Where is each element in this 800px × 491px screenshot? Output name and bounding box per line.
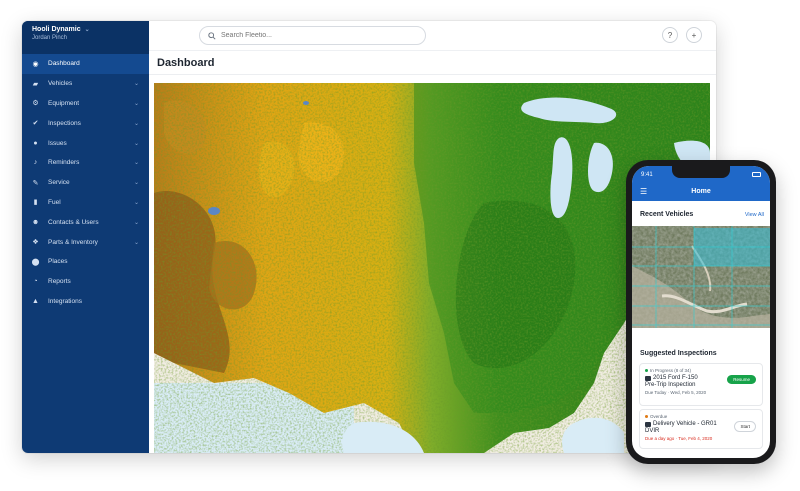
sidebar-item-label: Vehicles	[48, 80, 73, 88]
dashboard-icon: ◉	[32, 60, 39, 68]
mobile-title: Home	[691, 188, 711, 195]
sidebar-item-label: Service	[48, 179, 70, 187]
desktop-window: Hooli Dynamic ⌄ Jordan Pinch ◉ Dashboard ▰…	[22, 21, 716, 453]
chevron-down-icon: ⌄	[133, 219, 139, 226]
sidebar-item-label: Contacts & Users	[48, 218, 99, 226]
satellite-image	[632, 226, 770, 328]
mobile-screen: 9:41 ☰ Home Recent Vehicles View All Sug…	[632, 166, 770, 458]
fuel-icon: ▮	[33, 199, 38, 207]
sidebar-item-parts-inventory[interactable]: ❖ Parts & Inventory ⌄	[22, 232, 149, 252]
pie-icon: ◔	[33, 278, 38, 286]
chevron-down-icon: ⌄	[133, 239, 139, 246]
vehicle-icon	[645, 421, 651, 427]
sidebar-item-places[interactable]: ⬤ Places	[22, 252, 149, 272]
chevron-down-icon: ⌄	[133, 81, 139, 88]
sidebar-item-dashboard[interactable]: ◉ Dashboard	[22, 54, 149, 74]
chevron-down-icon: ⌄	[133, 100, 139, 107]
start-button[interactable]: Start	[734, 421, 756, 432]
mobile-appbar: ☰ Home	[632, 183, 770, 201]
inspection-card[interactable]: Overdue Delivery Vehicle - GR01 DVIR Due…	[639, 409, 763, 449]
org-user: Jordan Pinch	[32, 35, 68, 41]
battery-icon	[752, 172, 761, 177]
sidebar-item-service[interactable]: ✎ Service ⌄	[22, 173, 149, 193]
wrench-icon: ✎	[32, 179, 39, 187]
chevron-down-icon: ⌄	[133, 120, 139, 127]
pin-icon: ⬤	[31, 258, 40, 266]
check-circle-icon: ✔	[32, 120, 39, 128]
status-time: 9:41	[641, 171, 653, 178]
inspection-card[interactable]: In Progress (8 of 34) 2015 Ford F-150 Pr…	[639, 363, 763, 406]
divider	[149, 74, 716, 75]
sidebar-item-inspections[interactable]: ✔ Inspections ⌄	[22, 113, 149, 133]
status-dot	[645, 369, 648, 372]
status-dot	[645, 415, 648, 418]
add-button[interactable]: +	[686, 27, 702, 43]
card-status: Overdue	[650, 414, 668, 419]
issue-icon: ●	[33, 139, 38, 147]
sidebar-item-label: Fuel	[48, 198, 61, 206]
sidebar-item-label: Issues	[48, 139, 67, 147]
sidebar-item-vehicles[interactable]: ▰ Vehicles ⌄	[22, 74, 149, 94]
topbar: ? +	[149, 21, 716, 51]
sidebar-nav: ◉ Dashboard ▰ Vehicles ⌄ ⚙ Equipment ⌄ ✔ Inspecti…	[22, 54, 149, 311]
chevron-down-icon: ⌄	[133, 160, 139, 167]
chevron-down-icon: ⌄	[133, 180, 139, 187]
card-status: In Progress (8 of 34)	[650, 368, 692, 373]
page-title: Dashboard	[157, 57, 215, 69]
sidebar-item-integrations[interactable]: ▲ Integrations	[22, 292, 149, 312]
help-button[interactable]: ?	[662, 27, 678, 43]
recent-vehicles-header: Recent Vehicles View All	[640, 211, 764, 218]
satellite-map[interactable]	[632, 226, 770, 328]
integrations-icon: ▲	[32, 297, 39, 305]
chevron-down-icon: ⌄	[133, 199, 139, 206]
sidebar: Hooli Dynamic ⌄ Jordan Pinch ◉ Dashboard ▰…	[22, 21, 149, 453]
car-icon: ▰	[32, 80, 39, 88]
sidebar-item-label: Reminders	[48, 159, 80, 167]
sidebar-item-label: Places	[48, 258, 68, 266]
sidebar-item-fuel[interactable]: ▮ Fuel ⌄	[22, 193, 149, 213]
sidebar-item-label: Parts & Inventory	[48, 238, 98, 246]
sidebar-item-label: Reports	[48, 278, 71, 286]
org-name: Hooli Dynamic	[32, 26, 81, 33]
vehicle-icon	[645, 375, 651, 381]
sidebar-item-issues[interactable]: ● Issues ⌄	[22, 133, 149, 153]
bell-icon: ♪	[33, 159, 38, 167]
equipment-icon: ⚙	[32, 100, 39, 108]
sidebar-item-reports[interactable]: ◔ Reports	[22, 272, 149, 292]
sidebar-item-equipment[interactable]: ⚙ Equipment ⌄	[22, 94, 149, 114]
sidebar-item-label: Dashboard	[48, 60, 80, 68]
card-vehicle: 2015 Ford F-150	[653, 375, 698, 381]
mobile-phone: 9:41 ☰ Home Recent Vehicles View All Sug…	[626, 160, 776, 464]
sidebar-item-label: Integrations	[48, 297, 82, 305]
sidebar-item-contacts-users[interactable]: ☻ Contacts & Users ⌄	[22, 212, 149, 232]
sidebar-item-reminders[interactable]: ♪ Reminders ⌄	[22, 153, 149, 173]
chevron-down-icon: ⌄	[133, 140, 139, 147]
card-due: Due a day ago · Tue, Feb 4, 2020	[645, 436, 713, 441]
parts-icon: ❖	[32, 239, 39, 247]
org-switcher[interactable]: Hooli Dynamic ⌄ Jordan Pinch	[22, 21, 149, 54]
recent-vehicles-title: Recent Vehicles	[640, 211, 694, 218]
card-due: Due Today · Wed, Feb 5, 2020	[645, 390, 707, 395]
suggested-inspections-title: Suggested Inspections	[640, 350, 717, 357]
search-bar[interactable]	[199, 26, 426, 45]
sidebar-item-label: Inspections	[48, 119, 81, 127]
search-icon	[208, 31, 216, 40]
resume-button[interactable]: Resume	[727, 375, 756, 384]
view-all-link[interactable]: View All	[745, 212, 764, 218]
phone-notch	[672, 166, 730, 178]
search-input[interactable]	[221, 32, 411, 39]
users-icon: ☻	[31, 218, 40, 226]
sidebar-item-label: Equipment	[48, 99, 80, 107]
card-vehicle: Delivery Vehicle - GR01	[653, 421, 717, 427]
chevron-down-icon: ⌄	[84, 27, 90, 33]
